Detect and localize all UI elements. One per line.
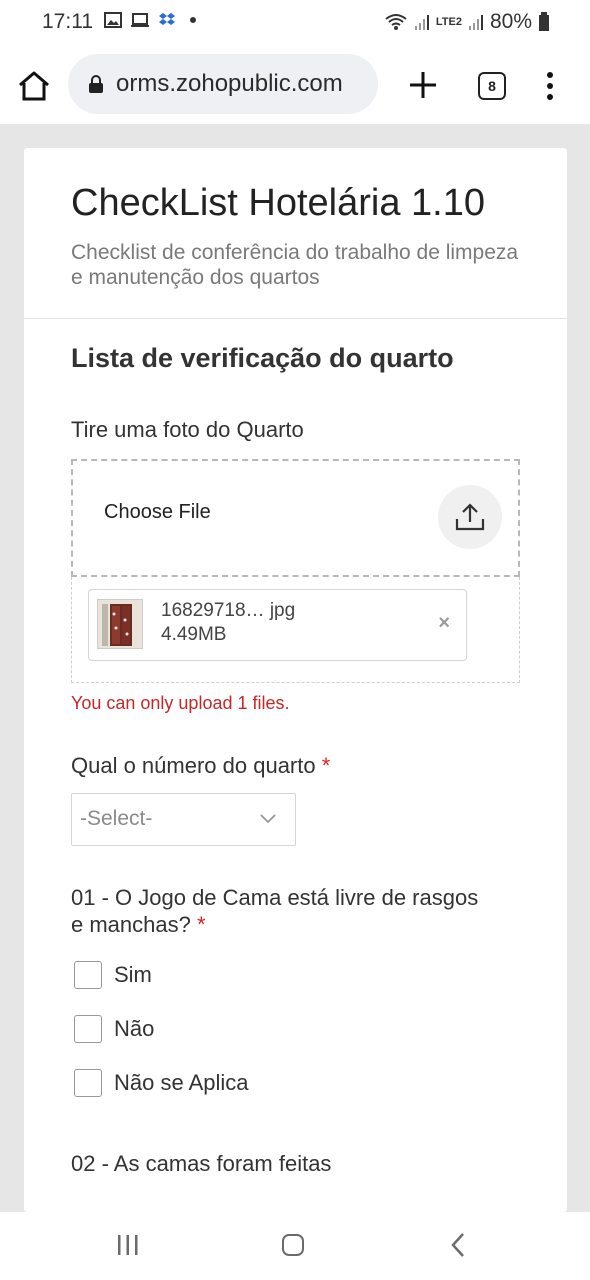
room-number-label-text: Qual o número do quarto: [71, 753, 316, 778]
photo-field: Tire uma foto do Quarto Choose File 1682…: [71, 416, 520, 714]
uploaded-file-item: 16829718… jpg 4.49MB ×: [88, 589, 467, 661]
system-nav-bar: [0, 1212, 590, 1280]
form-description: Checklist de conferência do trabalho de …: [71, 241, 519, 289]
gallery-icon: [104, 12, 122, 28]
notification-icons: [104, 11, 196, 29]
file-upload-dropzone[interactable]: Choose File: [71, 459, 520, 577]
question-01-label: 01 - O Jogo de Cama está livre de rasgos…: [71, 884, 491, 938]
form-body: Lista de verificação do quarto Tire uma …: [24, 319, 567, 1177]
file-size: 4.49MB: [161, 624, 227, 645]
photo-field-label: Tire uma foto do Quarto: [71, 417, 304, 442]
option-nao-label: Não: [114, 1016, 155, 1041]
url-text: orms.zohopublic.com: [116, 70, 343, 97]
select-value: -Select-: [80, 807, 153, 830]
form-card: CheckList Hotelária 1.10 Checklist de co…: [24, 148, 567, 1212]
uploaded-files-list: 16829718… jpg 4.49MB ×: [71, 577, 520, 683]
question-01: 01 - O Jogo de Cama está livre de rasgos…: [71, 884, 520, 1110]
file-name: 16829718… jpg: [161, 600, 296, 621]
recent-apps-icon[interactable]: [116, 1234, 140, 1256]
upload-button[interactable]: [438, 485, 502, 549]
lock-icon: [89, 75, 103, 93]
room-number-label: Qual o número do quarto *: [71, 752, 520, 779]
address-bar[interactable]: orms.zohopublic.com: [68, 54, 378, 114]
question-01-options: Sim Não Não se Aplica: [71, 948, 520, 1110]
question-01-text: 01 - O Jogo de Cama está livre de rasgos…: [71, 885, 479, 937]
battery-icon: [539, 12, 549, 31]
option-nao-se-aplica[interactable]: Não se Aplica: [71, 1056, 520, 1110]
status-bar: 17:11 LTE2 80%: [0, 0, 590, 44]
home-icon[interactable]: [16, 68, 52, 104]
more-notifications-dot: [190, 17, 196, 23]
section-title: Lista de verificação do quarto: [71, 343, 454, 373]
browser-toolbar: orms.zohopublic.com 8: [0, 44, 590, 124]
upload-icon: [455, 503, 485, 531]
home-nav-icon[interactable]: [282, 1234, 304, 1256]
required-marker: *: [321, 753, 331, 778]
new-tab-icon[interactable]: [406, 68, 440, 102]
option-sim[interactable]: Sim: [71, 948, 520, 1002]
status-time: 17:11: [42, 10, 93, 33]
required-marker: *: [196, 912, 206, 937]
option-sim-label: Sim: [114, 962, 152, 987]
option-nao[interactable]: Não: [71, 1002, 520, 1056]
laptop-icon: [131, 13, 149, 27]
question-02: 02 - As camas foram feitas: [71, 1150, 520, 1177]
form-header: CheckList Hotelária 1.10 Checklist de co…: [24, 148, 567, 319]
room-number-field: Qual o número do quarto * -Select-: [71, 752, 520, 846]
battery-percent: 80%: [489, 10, 532, 33]
checkbox-nao[interactable]: [74, 1015, 102, 1043]
tab-count: 8: [488, 78, 496, 94]
file-thumbnail: [97, 599, 143, 649]
checkbox-nao-se-aplica[interactable]: [74, 1069, 102, 1097]
wifi-icon: [385, 14, 407, 30]
status-right: LTE2 80%: [384, 10, 550, 34]
question-02-label: 02 - As camas foram feitas: [71, 1151, 332, 1176]
tab-switcher-button[interactable]: 8: [478, 72, 506, 100]
lte-label: LTE2: [435, 15, 462, 28]
upload-error-message: You can only upload 1 files.: [71, 693, 290, 713]
back-icon[interactable]: [448, 1232, 468, 1258]
dropbox-icon: [159, 13, 175, 25]
photo-thumbnail-icon: [98, 600, 142, 648]
room-number-select[interactable]: -Select-: [71, 793, 296, 846]
checkbox-sim[interactable]: [74, 961, 102, 989]
option-nao-se-aplica-label: Não se Aplica: [114, 1070, 249, 1095]
choose-file-label: Choose File: [104, 501, 211, 523]
form-title: CheckList Hotelária 1.10: [71, 182, 485, 224]
signal-2-icon: [468, 15, 483, 30]
remove-file-icon[interactable]: ×: [438, 612, 450, 635]
signal-icon: [414, 15, 429, 30]
more-menu-icon[interactable]: [540, 70, 560, 102]
chevron-down-icon: [260, 814, 276, 824]
